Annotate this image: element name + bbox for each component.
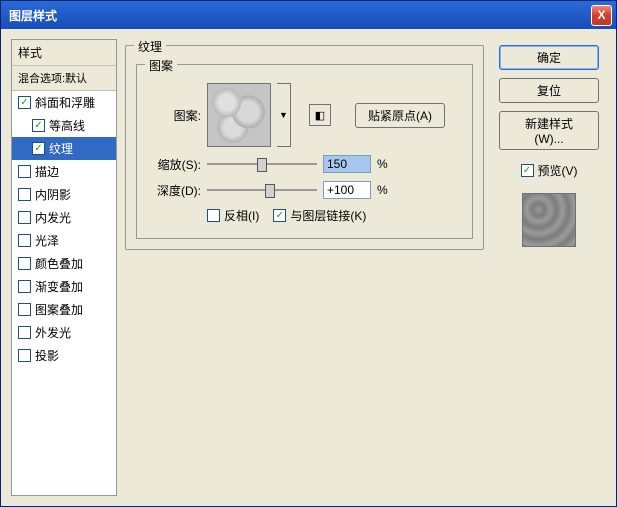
- invert-label: 反相(I): [224, 207, 259, 224]
- style-item-label: 内阴影: [35, 186, 71, 203]
- style-list-header: 样式: [12, 40, 116, 66]
- preview-checkbox[interactable]: [521, 164, 534, 177]
- style-item-外发光[interactable]: 外发光: [12, 321, 116, 344]
- style-list: 样式 混合选项:默认 斜面和浮雕等高线纹理描边内阴影内发光光泽颜色叠加渐变叠加图…: [11, 39, 117, 496]
- style-item-label: 外发光: [35, 324, 71, 341]
- style-checkbox[interactable]: [18, 188, 31, 201]
- style-item-投影[interactable]: 投影: [12, 344, 116, 367]
- style-item-label: 描边: [35, 163, 59, 180]
- cancel-button[interactable]: 复位: [499, 78, 599, 103]
- style-item-label: 图案叠加: [35, 301, 83, 318]
- link-label: 与图层链接(K): [290, 207, 366, 224]
- style-item-内阴影[interactable]: 内阴影: [12, 183, 116, 206]
- texture-group: 纹理 图案 图案: ▼ ◧ 贴紧原点(A) 缩放(S):: [125, 45, 484, 250]
- style-checkbox[interactable]: [18, 303, 31, 316]
- link-checkbox-wrap[interactable]: 与图层链接(K): [273, 207, 366, 224]
- link-checkbox[interactable]: [273, 209, 286, 222]
- pattern-preview[interactable]: [207, 83, 271, 147]
- depth-row: 深度(D): +100 %: [149, 181, 460, 199]
- style-item-图案叠加[interactable]: 图案叠加: [12, 298, 116, 321]
- scale-row: 缩放(S): 150 %: [149, 155, 460, 173]
- style-item-label: 内发光: [35, 209, 71, 226]
- style-item-label: 颜色叠加: [35, 255, 83, 272]
- invert-checkbox[interactable]: [207, 209, 220, 222]
- dialog-title: 图层样式: [9, 7, 591, 24]
- dialog-body: 样式 混合选项:默认 斜面和浮雕等高线纹理描边内阴影内发光光泽颜色叠加渐变叠加图…: [1, 29, 616, 506]
- ok-button[interactable]: 确定: [499, 45, 599, 70]
- style-checkbox[interactable]: [32, 142, 45, 155]
- style-checkbox[interactable]: [18, 257, 31, 270]
- style-item-label: 投影: [35, 347, 59, 364]
- style-item-label: 光泽: [35, 232, 59, 249]
- close-button[interactable]: X: [591, 5, 612, 26]
- titlebar: 图层样式 X: [1, 1, 616, 29]
- style-item-label: 等高线: [49, 117, 85, 134]
- style-item-光泽[interactable]: 光泽: [12, 229, 116, 252]
- pattern-group: 图案 图案: ▼ ◧ 贴紧原点(A) 缩放(S):: [136, 64, 473, 239]
- style-item-纹理[interactable]: 纹理: [12, 137, 116, 160]
- style-checkbox[interactable]: [18, 326, 31, 339]
- settings-panel: 纹理 图案 图案: ▼ ◧ 贴紧原点(A) 缩放(S):: [125, 39, 484, 496]
- close-icon: X: [597, 8, 605, 22]
- preview-label: 预览(V): [538, 162, 578, 179]
- blending-options-default[interactable]: 混合选项:默认: [12, 66, 116, 91]
- style-checkbox[interactable]: [18, 234, 31, 247]
- style-item-内发光[interactable]: 内发光: [12, 206, 116, 229]
- style-item-颜色叠加[interactable]: 颜色叠加: [12, 252, 116, 275]
- style-item-label: 纹理: [49, 140, 73, 157]
- pattern-group-label: 图案: [145, 57, 177, 74]
- pattern-row: 图案: ▼ ◧ 贴紧原点(A): [149, 83, 460, 147]
- preview-checkbox-wrap[interactable]: 预览(V): [521, 162, 578, 179]
- style-checkbox[interactable]: [18, 96, 31, 109]
- texture-group-label: 纹理: [134, 38, 166, 55]
- preview-swatch: [522, 193, 576, 247]
- pattern-dropdown-arrow[interactable]: ▼: [277, 83, 291, 147]
- style-item-等高线[interactable]: 等高线: [12, 114, 116, 137]
- style-item-label: 斜面和浮雕: [35, 94, 95, 111]
- scale-unit: %: [377, 157, 388, 171]
- layer-style-dialog: 图层样式 X 样式 混合选项:默认 斜面和浮雕等高线纹理描边内阴影内发光光泽颜色…: [0, 0, 617, 507]
- new-style-button[interactable]: 新建样式(W)...: [499, 111, 599, 150]
- depth-slider[interactable]: [207, 182, 317, 198]
- pattern-label: 图案:: [149, 107, 201, 124]
- new-preset-icon[interactable]: ◧: [309, 104, 331, 126]
- right-panel: 确定 复位 新建样式(W)... 预览(V): [492, 39, 606, 496]
- style-item-斜面和浮雕[interactable]: 斜面和浮雕: [12, 91, 116, 114]
- style-checkbox[interactable]: [18, 165, 31, 178]
- style-item-描边[interactable]: 描边: [12, 160, 116, 183]
- style-item-渐变叠加[interactable]: 渐变叠加: [12, 275, 116, 298]
- depth-unit: %: [377, 183, 388, 197]
- style-item-label: 渐变叠加: [35, 278, 83, 295]
- depth-input[interactable]: +100: [323, 181, 371, 199]
- invert-checkbox-wrap[interactable]: 反相(I): [207, 207, 259, 224]
- scale-input[interactable]: 150: [323, 155, 371, 173]
- style-checkbox[interactable]: [32, 119, 45, 132]
- depth-label: 深度(D):: [149, 182, 201, 199]
- scale-slider[interactable]: [207, 156, 317, 172]
- style-checkbox[interactable]: [18, 349, 31, 362]
- style-checkbox[interactable]: [18, 211, 31, 224]
- snap-origin-button[interactable]: 贴紧原点(A): [355, 103, 445, 128]
- scale-label: 缩放(S):: [149, 156, 201, 173]
- style-checkbox[interactable]: [18, 280, 31, 293]
- checkbox-row: 反相(I) 与图层链接(K): [149, 207, 460, 224]
